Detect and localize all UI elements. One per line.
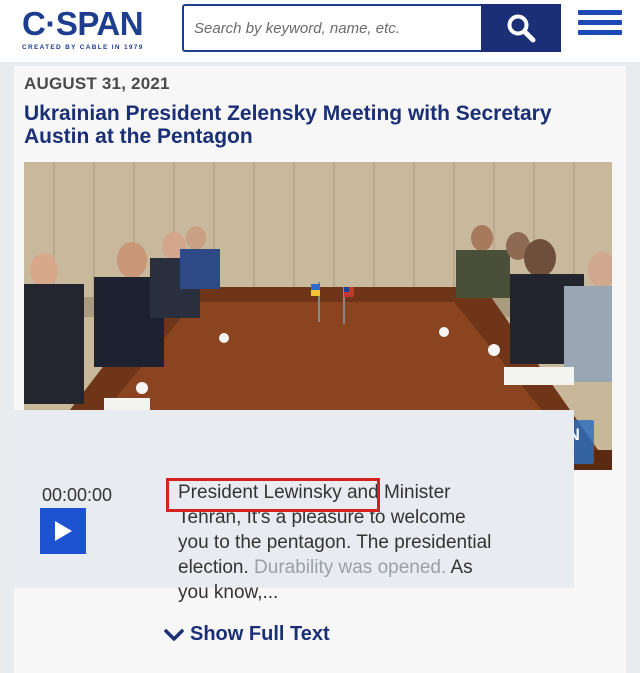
transcript-line-1: President Lewinsky and Minister bbox=[178, 482, 451, 503]
search-button[interactable] bbox=[481, 4, 561, 52]
transcript-line-5: you know,... bbox=[178, 582, 279, 603]
transcript-line-2: Tehran, It's a pleasure to welcome bbox=[178, 507, 466, 528]
show-full-text-label: Show Full Text bbox=[190, 623, 330, 645]
site-header: C·SPAN CREATED BY CABLE IN 1979 bbox=[0, 0, 640, 62]
article-date: AUGUST 31, 2021 bbox=[24, 74, 170, 93]
logo-tagline: CREATED BY CABLE IN 1979 bbox=[22, 44, 144, 51]
logo-wordmark: C·SPAN bbox=[22, 5, 144, 42]
hamburger-menu-icon bbox=[578, 10, 622, 15]
transcript-text: President Lewinsky and Minister Tehran, … bbox=[178, 480, 588, 605]
chevron-down-icon bbox=[164, 628, 184, 641]
search-input[interactable] bbox=[184, 6, 482, 50]
article-title[interactable]: Ukrainian President Zelensky Meeting wit… bbox=[24, 102, 604, 148]
hamburger-menu-button[interactable] bbox=[578, 10, 622, 46]
search-box bbox=[182, 4, 482, 52]
timecode: 00:00:00 bbox=[42, 485, 113, 505]
play-icon bbox=[55, 521, 72, 541]
play-button[interactable] bbox=[40, 508, 86, 554]
transcript-line-4: election. Durability was opened. As bbox=[178, 557, 473, 578]
transcript-line-3: you to the pentagon. The presidential bbox=[178, 532, 492, 553]
show-full-text-button[interactable]: Show Full Text bbox=[164, 623, 330, 646]
highlighted-phrase: President Lewinsky bbox=[178, 482, 342, 503]
cspan-logo[interactable]: C·SPAN CREATED BY CABLE IN 1979 bbox=[22, 6, 172, 56]
search-icon bbox=[507, 14, 536, 43]
